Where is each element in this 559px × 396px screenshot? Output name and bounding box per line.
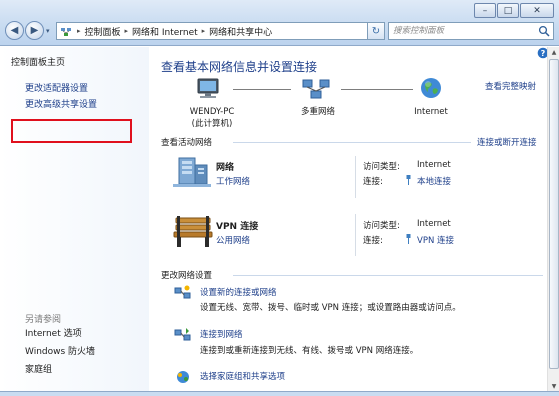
network-name: 网络 <box>216 163 235 173</box>
see-also-heading: 另请参阅 <box>25 315 62 325</box>
vpn-connection-icon <box>406 234 411 244</box>
scroll-up-arrow-icon[interactable]: ▲ <box>548 47 559 58</box>
change-settings-heading: 更改网络设置 <box>161 271 213 281</box>
search-input[interactable] <box>389 23 533 39</box>
forward-button[interactable]: ▶ <box>25 21 44 40</box>
minimize-button[interactable]: – <box>474 3 496 18</box>
network-type-link[interactable]: 公用网络 <box>216 234 250 246</box>
internet-options-link[interactable]: Internet 选项 <box>25 326 82 339</box>
main-content: ? 查看基本网络信息并设置连接 查看完整映射 WENDY-PC (此计算机) 多… <box>149 47 549 396</box>
back-button[interactable]: ◀ <box>5 21 24 40</box>
breadcrumb-network-sharing-center[interactable]: 网络和共享中心 <box>209 25 272 38</box>
breadcrumb-separator[interactable]: ▸ <box>77 27 81 35</box>
maximize-button[interactable]: □ <box>497 3 519 18</box>
window-bottom-edge <box>0 391 559 396</box>
breadcrumb-control-panel[interactable]: 控制面板 <box>85 25 121 38</box>
access-type-value: Internet <box>417 160 451 170</box>
network-name: VPN 连接 <box>216 222 259 232</box>
network-folder-icon <box>61 27 71 36</box>
access-type-label: 访问类型: <box>363 162 400 172</box>
address-bar[interactable]: ▸ 控制面板 ▸ 网络和 Internet ▸ 网络和共享中心 ▾ <box>56 22 374 40</box>
map-network-label: 多重网络 <box>300 107 335 117</box>
ethernet-connection-icon <box>406 175 411 185</box>
windows-firewall-link[interactable]: Windows 防火墙 <box>25 344 95 357</box>
homegroup-sharing-link[interactable]: 选择家庭组和共享选项 <box>200 370 285 382</box>
connection-label: 连接: <box>363 177 383 187</box>
map-connector-line <box>341 89 413 90</box>
new-connection-icon <box>174 285 191 299</box>
connect-to-network-link[interactable]: 连接到网络 <box>200 328 243 340</box>
connect-disconnect-link[interactable]: 连接或断开连接 <box>477 136 537 148</box>
multiple-networks-icon <box>302 79 330 99</box>
network-vertical-divider <box>355 156 356 198</box>
refresh-button[interactable]: ↻ <box>367 22 385 40</box>
close-button[interactable]: ✕ <box>520 3 554 18</box>
homegroup-link[interactable]: 家庭组 <box>25 362 52 375</box>
internet-globe-icon <box>421 78 441 98</box>
see-full-map-link[interactable]: 查看完整映射 <box>485 80 536 92</box>
connection-label: 连接: <box>363 236 383 246</box>
section-divider <box>233 275 543 276</box>
map-internet-label: Internet <box>414 107 448 117</box>
control-panel-home-link[interactable]: 控制面板主页 <box>11 55 65 68</box>
access-type-label: 访问类型: <box>363 221 400 231</box>
highlight-box <box>11 119 132 143</box>
local-connection-link[interactable]: 本地连接 <box>417 175 451 187</box>
window-titlebar: – □ ✕ ◀ ▶ ▾ ▸ 控制面板 ▸ 网络和 Internet ▸ 网络和共… <box>0 0 559 46</box>
left-navigation-pane: 控制面板主页 更改适配器设置 更改高级共享设置 另请参阅 Internet 选项… <box>0 47 149 396</box>
active-networks-heading: 查看活动网络 <box>161 138 213 148</box>
page-title: 查看基本网络信息并设置连接 <box>161 60 318 74</box>
breadcrumb-separator[interactable]: ▸ <box>125 27 129 35</box>
navigation-buttons: ◀ ▶ ▾ <box>5 21 50 40</box>
search-box[interactable] <box>388 22 554 40</box>
breadcrumb-network-internet[interactable]: 网络和 Internet <box>132 25 198 38</box>
vpn-connection-link[interactable]: VPN 连接 <box>417 234 454 246</box>
map-connector-line <box>233 89 291 90</box>
network-vertical-divider <box>355 214 356 256</box>
connect-to-network-icon <box>174 328 191 341</box>
setup-new-connection-description: 设置无线、宽带、拨号、临时或 VPN 连接；或设置路由器或访问点。 <box>200 303 461 313</box>
search-icon[interactable] <box>538 25 550 37</box>
public-network-bench-icon <box>173 216 213 247</box>
network-type-link[interactable]: 工作网络 <box>216 175 250 187</box>
access-type-value: Internet <box>417 219 451 229</box>
map-computer-label: WENDY-PC (此计算机) <box>189 107 235 129</box>
setup-new-connection-link[interactable]: 设置新的连接或网络 <box>200 286 277 298</box>
scrollbar-thumb[interactable] <box>549 59 559 369</box>
breadcrumb-separator[interactable]: ▸ <box>202 27 206 35</box>
vertical-scrollbar[interactable]: ▲ ▼ <box>547 47 559 396</box>
change-adapter-settings-link[interactable]: 更改适配器设置 <box>25 81 88 94</box>
computer-icon <box>197 78 219 98</box>
connect-to-network-description: 连接到或重新连接到无线、有线、拨号或 VPN 网络连接。 <box>200 346 419 356</box>
window-controls: – □ ✕ <box>474 3 554 18</box>
recent-pages-dropdown[interactable]: ▾ <box>46 27 50 35</box>
section-divider <box>233 142 471 143</box>
work-network-icon <box>173 157 211 187</box>
change-advanced-sharing-link[interactable]: 更改高级共享设置 <box>25 97 97 110</box>
homegroup-sharing-icon <box>177 371 189 383</box>
svg-text:?: ? <box>541 49 546 58</box>
